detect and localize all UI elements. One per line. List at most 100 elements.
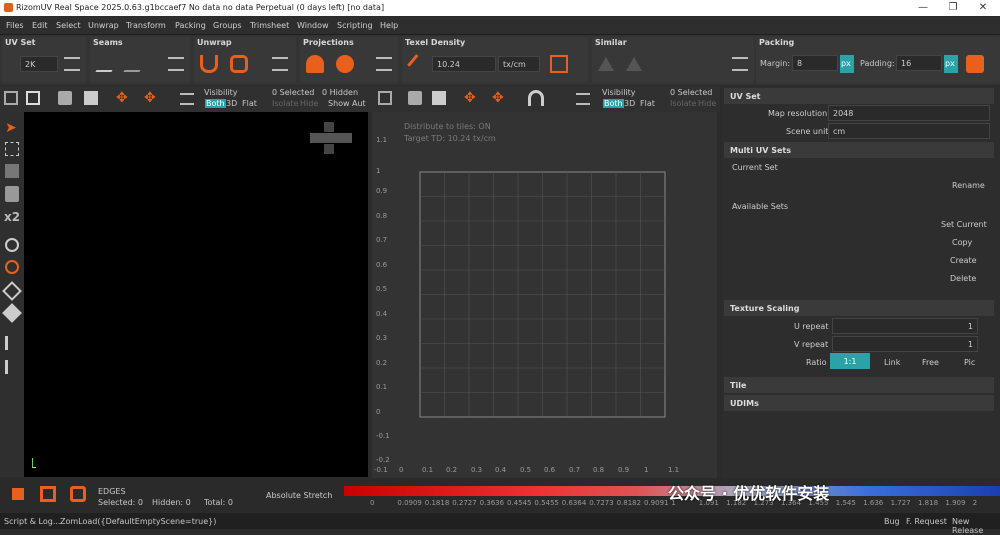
text-select-icon[interactable] bbox=[5, 142, 19, 156]
apply-texel-icon[interactable] bbox=[550, 55, 568, 73]
settings-sliders-icon[interactable] bbox=[64, 57, 80, 71]
menu-help[interactable]: Help bbox=[380, 21, 398, 30]
padding-unit-toggle[interactable]: px bbox=[944, 55, 958, 73]
close-button[interactable]: ✕ bbox=[968, 0, 998, 16]
grid-select-icon[interactable] bbox=[5, 164, 19, 178]
ratio-1to1-button[interactable]: 1:1 bbox=[830, 353, 870, 369]
map-resolution-select[interactable]: 2048 bbox=[828, 105, 990, 121]
minimize-button[interactable]: — bbox=[908, 0, 938, 16]
scene-unit-select[interactable]: cm bbox=[828, 123, 990, 139]
bug-report-button[interactable]: Bug bbox=[884, 517, 900, 526]
set-current-button[interactable]: Set Current bbox=[941, 220, 987, 229]
vertex-mode-icon[interactable] bbox=[12, 488, 24, 500]
texel-unit-select[interactable]: tx/cm bbox=[498, 56, 540, 72]
menu-window[interactable]: Window bbox=[297, 21, 329, 30]
ratio-pic-button[interactable]: Pic bbox=[964, 358, 975, 367]
square-display-icon[interactable] bbox=[84, 91, 98, 105]
rename-button[interactable]: Rename bbox=[952, 181, 985, 190]
ratio-link-button[interactable]: Link bbox=[884, 358, 900, 367]
center-pivot-icon[interactable]: ✥ bbox=[144, 90, 160, 106]
select-arrow-icon[interactable]: ➤ bbox=[5, 120, 17, 136]
hide-button[interactable]: Hide bbox=[300, 99, 318, 108]
similar-settings-icon[interactable] bbox=[732, 57, 748, 71]
uv-square-icon[interactable] bbox=[432, 91, 446, 105]
stretch-mode-select[interactable]: Absolute Stretch bbox=[262, 488, 338, 504]
menu-files[interactable]: Files bbox=[6, 21, 24, 30]
texture-scaling-section-header[interactable]: Texture Scaling bbox=[724, 300, 994, 316]
uv-cube-icon[interactable] bbox=[408, 91, 422, 105]
magnet-icon[interactable] bbox=[528, 90, 544, 106]
island-select-icon[interactable] bbox=[5, 186, 19, 202]
layout-icon[interactable] bbox=[4, 91, 18, 105]
stretch-scale-tick: 1.818 bbox=[918, 499, 939, 507]
visibility-flat-button[interactable]: Flat bbox=[242, 99, 257, 108]
polygon-icon[interactable] bbox=[2, 281, 22, 301]
texel-density-input[interactable]: 10.24 bbox=[432, 56, 496, 72]
delete-button[interactable]: Delete bbox=[950, 274, 976, 283]
menu-groups[interactable]: Groups bbox=[213, 21, 242, 30]
unwrap-icon[interactable] bbox=[200, 55, 218, 73]
menu-scripting[interactable]: Scripting bbox=[337, 21, 373, 30]
feature-request-button[interactable]: F. Request bbox=[906, 517, 947, 526]
polygon-mode-icon[interactable] bbox=[70, 486, 86, 502]
move-pivot-icon[interactable]: ✥ bbox=[116, 90, 132, 106]
isolate-button[interactable]: Isolate bbox=[272, 99, 299, 108]
uv-visibility-flat-button[interactable]: Flat bbox=[640, 99, 655, 108]
maximize-button[interactable]: ❐ bbox=[938, 0, 968, 16]
margin-input[interactable]: 8 bbox=[792, 55, 838, 71]
viewport-uv[interactable]: Distribute to tiles: ON Target TD: 10.24… bbox=[372, 112, 717, 478]
edge-mode-icon[interactable] bbox=[40, 486, 56, 502]
vertex-icon[interactable] bbox=[5, 238, 19, 252]
script-log-button[interactable]: Script & Log... bbox=[4, 517, 60, 526]
uv-move-pivot-icon[interactable]: ✥ bbox=[464, 90, 476, 106]
multiply-icon[interactable]: x2 bbox=[4, 210, 20, 224]
ratio-free-button[interactable]: Free bbox=[922, 358, 939, 367]
edge-icon[interactable] bbox=[5, 260, 19, 274]
padding-input[interactable]: 16 bbox=[896, 55, 942, 71]
menu-transform[interactable]: Transform bbox=[126, 21, 166, 30]
menu-select[interactable]: Select bbox=[56, 21, 81, 30]
auto-button[interactable]: Aut bbox=[352, 99, 366, 108]
show-button[interactable]: Show bbox=[328, 99, 350, 108]
planar-projection-icon[interactable] bbox=[306, 55, 324, 73]
view-cube-icon[interactable] bbox=[310, 122, 354, 156]
optimize-icon[interactable] bbox=[230, 55, 248, 73]
multi-uvsets-section-header[interactable]: Multi UV Sets bbox=[724, 142, 994, 158]
visibility-3d-button[interactable]: 3D bbox=[226, 99, 237, 108]
visibility-settings-icon[interactable] bbox=[180, 93, 194, 105]
visibility-both-button[interactable]: Both bbox=[205, 99, 226, 108]
stretch-scale-tick: 1.636 bbox=[863, 499, 884, 507]
u-repeat-input[interactable]: 1 bbox=[832, 318, 978, 334]
copy-button[interactable]: Copy bbox=[952, 238, 972, 247]
menu-edit[interactable]: Edit bbox=[32, 21, 48, 30]
menu-trimsheet[interactable]: Trimsheet bbox=[250, 21, 289, 30]
uv-hide-button[interactable]: Hide bbox=[698, 99, 716, 108]
uv-visibility-both-button[interactable]: Both bbox=[603, 99, 624, 108]
frame-icon[interactable] bbox=[26, 91, 40, 105]
uv-visibility-settings-icon[interactable] bbox=[576, 93, 590, 105]
uvset-resolution-select[interactable]: 2K bbox=[20, 56, 58, 72]
viewport-3d[interactable] bbox=[24, 112, 368, 477]
uv-layout-icon[interactable] bbox=[378, 91, 392, 105]
mirror-icon[interactable] bbox=[5, 336, 19, 350]
menu-unwrap[interactable]: Unwrap bbox=[88, 21, 119, 30]
menu-packing[interactable]: Packing bbox=[175, 21, 206, 30]
projection-settings-icon[interactable] bbox=[376, 57, 392, 71]
margin-unit-toggle[interactable]: px bbox=[840, 55, 854, 73]
udims-section-header[interactable]: UDIMs bbox=[724, 395, 994, 411]
sphere-projection-icon[interactable] bbox=[336, 55, 354, 73]
uv-isolate-button[interactable]: Isolate bbox=[670, 99, 697, 108]
new-release-button[interactable]: New Release bbox=[952, 517, 1000, 535]
uv-visibility-3d-button[interactable]: 3D bbox=[624, 99, 635, 108]
tile-section-header[interactable]: Tile bbox=[724, 377, 994, 393]
uv-center-pivot-icon[interactable]: ✥ bbox=[492, 90, 504, 106]
mirror-alt-icon[interactable] bbox=[5, 360, 19, 374]
create-button[interactable]: Create bbox=[950, 256, 977, 265]
unwrap-settings-icon[interactable] bbox=[272, 57, 288, 71]
pack-icon[interactable] bbox=[966, 55, 984, 73]
cube-display-icon[interactable] bbox=[58, 91, 72, 105]
uvset-section-header[interactable]: UV Set bbox=[724, 88, 994, 104]
v-repeat-input[interactable]: 1 bbox=[832, 336, 978, 352]
seams-settings-icon[interactable] bbox=[168, 57, 184, 71]
island-icon[interactable] bbox=[2, 303, 22, 323]
